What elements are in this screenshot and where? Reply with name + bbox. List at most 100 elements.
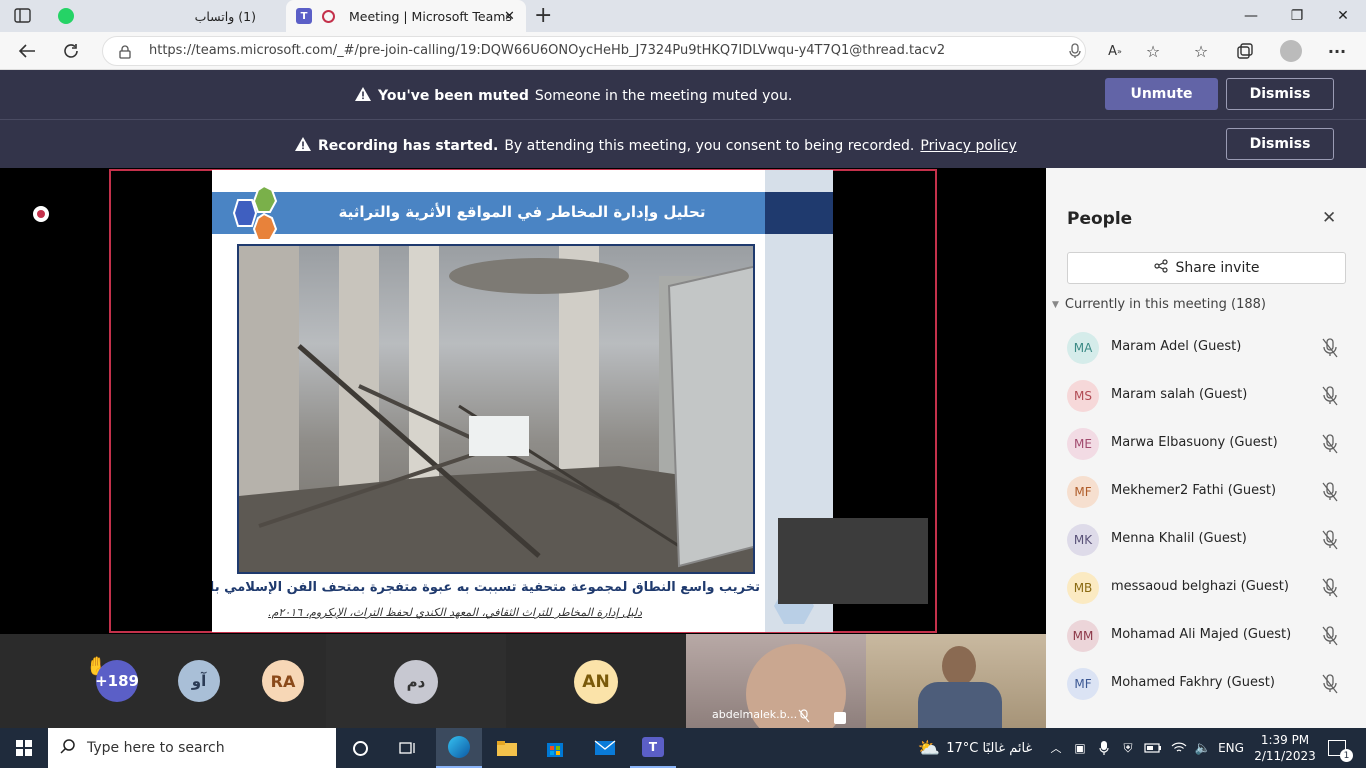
taskbar-search[interactable]: Type here to search	[48, 728, 336, 768]
participant-tile[interactable]: AN	[506, 634, 686, 728]
share-icon	[1153, 259, 1168, 277]
notification-center-icon[interactable]: 1	[1322, 728, 1353, 768]
close-window-button[interactable]: ✕	[1320, 0, 1366, 32]
meet-now-icon[interactable]: ▣	[1070, 728, 1090, 768]
participant-avatar: MF	[1067, 476, 1099, 508]
muted-mic-icon[interactable]	[1320, 480, 1340, 504]
avatar: آو	[178, 660, 220, 702]
minimize-button[interactable]: —	[1228, 0, 1274, 32]
collections-icon[interactable]	[1232, 38, 1258, 64]
favorites-icon[interactable]: ☆	[1188, 38, 1214, 64]
microsoft-store-icon[interactable]	[532, 728, 578, 768]
search-placeholder: Type here to search	[87, 740, 225, 756]
close-tab-icon[interactable]: ✕	[504, 9, 515, 24]
browser-menu-icon[interactable]: ···	[1324, 38, 1350, 64]
participant-tile[interactable]: دم	[326, 634, 506, 728]
recording-dot-icon	[322, 9, 335, 23]
address-bar[interactable]: https://teams.microsoft.com/_#/pre-join-…	[102, 36, 1086, 66]
edge-taskbar-icon[interactable]	[436, 728, 482, 768]
start-button[interactable]	[0, 728, 48, 768]
close-panel-icon[interactable]: ✕	[1322, 208, 1336, 228]
chevron-down-icon: ▼	[1052, 299, 1059, 310]
participant-name: Mohamed Fakhry (Guest)	[1111, 675, 1275, 690]
language-indicator[interactable]: ENG	[1216, 728, 1246, 768]
participant-avatar: MA	[1067, 332, 1099, 364]
slide-title: تحليل وإدارة المخاطر في المواقع الأثرية …	[338, 203, 706, 221]
muted-mic-icon[interactable]	[1320, 384, 1340, 408]
slide-caption: تخريب واسع النطاق لمجموعة متحفية تسببت ب…	[212, 580, 760, 595]
browser-tab-strip: (1) واتساب T Meeting | Microsoft Teams ✕…	[0, 0, 1366, 32]
participant-row[interactable]: MF Mohamed Fakhry (Guest)	[1046, 660, 1366, 708]
recording-banner: Recording has started. By attending this…	[0, 119, 1366, 168]
security-icon[interactable]: ⛨	[1118, 728, 1138, 768]
participant-row[interactable]: MS Maram salah (Guest)	[1046, 372, 1366, 420]
read-aloud-icon[interactable]: A»	[1102, 38, 1128, 64]
muted-title: You've been muted	[378, 88, 529, 104]
people-panel: People ✕ Share invite ▼ Currently in thi…	[1046, 168, 1366, 728]
tab-actions-icon[interactable]	[14, 8, 32, 24]
participant-tile[interactable]: آو RA	[166, 634, 326, 728]
tab-whatsapp[interactable]: (1) واتساب	[48, 0, 286, 32]
mail-icon[interactable]	[582, 728, 628, 768]
file-explorer-icon[interactable]	[484, 728, 530, 768]
battery-icon[interactable]	[1142, 728, 1164, 768]
tab-teams-meeting[interactable]: T Meeting | Microsoft Teams ✕	[286, 0, 526, 32]
unmute-button[interactable]: Unmute	[1105, 78, 1218, 110]
warning-icon	[294, 136, 312, 156]
muted-mic-icon[interactable]	[1320, 576, 1340, 600]
recording-indicator-icon	[33, 206, 49, 222]
participant-row[interactable]: MM Mohamad Ali Majed (Guest)	[1046, 612, 1366, 660]
participant-name: Menna Khalil (Guest)	[1111, 531, 1247, 546]
add-favorite-icon[interactable]: ☆	[1140, 38, 1166, 64]
avatar: دم	[394, 660, 438, 704]
muted-mic-icon[interactable]	[1320, 432, 1340, 456]
participant-row[interactable]: MF Mekhemer2 Fathi (Guest)	[1046, 468, 1366, 516]
tab-title: Meeting | Microsoft Teams	[349, 8, 512, 24]
slide-title-bar-dark	[765, 192, 833, 234]
presenter-body	[918, 682, 1002, 728]
recording-text: By attending this meeting, you consent t…	[504, 138, 915, 154]
microphone-tray-icon[interactable]	[1094, 728, 1114, 768]
participant-row[interactable]: MK Menna Khalil (Guest)	[1046, 516, 1366, 564]
share-invite-label: Share invite	[1175, 260, 1260, 276]
participant-name: messaoud belghazi (Guest)	[1111, 579, 1289, 594]
back-icon[interactable]	[14, 38, 40, 64]
muted-mic-icon[interactable]	[1320, 624, 1340, 648]
volume-icon[interactable]: 🔈	[1192, 728, 1214, 768]
muted-mic-icon[interactable]	[1320, 672, 1340, 696]
participant-row[interactable]: MB messaoud belghazi (Guest)	[1046, 564, 1366, 612]
clock-date: 2/11/2023	[1254, 749, 1316, 763]
new-tab-button[interactable]: +	[534, 3, 552, 28]
task-view-icon[interactable]	[390, 728, 426, 768]
restore-button[interactable]: ❐	[1274, 0, 1320, 32]
section-label: Currently in this meeting (188)	[1064, 297, 1266, 312]
weather-widget[interactable]: ⛅ 17°C غائم غالبًا	[910, 728, 1040, 768]
muted-mic-icon[interactable]	[1320, 528, 1340, 552]
clock[interactable]: 1:39 PM 2/11/2023	[1250, 728, 1320, 768]
dismiss-muted-button[interactable]: Dismiss	[1226, 78, 1334, 110]
meeting-section-header[interactable]: ▼ Currently in this meeting (188)	[1052, 297, 1266, 312]
refresh-icon[interactable]	[58, 38, 84, 64]
avatar: RA	[262, 660, 304, 702]
presenter-video-tile[interactable]	[866, 634, 1046, 728]
hexagon-logo-icon	[220, 184, 284, 242]
participant-name: Marwa Elbasuony (Guest)	[1111, 435, 1278, 450]
muted-text: Someone in the meeting muted you.	[534, 88, 793, 104]
participant-row[interactable]: ME Marwa Elbasuony (Guest)	[1046, 420, 1366, 468]
teams-taskbar-icon[interactable]: T	[630, 728, 676, 768]
microphone-icon[interactable]	[1069, 43, 1081, 63]
participant-row[interactable]: MA Maram Adel (Guest)	[1046, 324, 1366, 372]
participant-tile-overflow[interactable]: ✋ +189	[0, 634, 166, 728]
pin-icon[interactable]	[834, 712, 846, 724]
presenter-overlay-box	[778, 518, 928, 604]
cortana-icon[interactable]	[342, 728, 378, 768]
privacy-policy-link[interactable]: Privacy policy	[920, 138, 1016, 154]
show-hidden-icons[interactable]: ︿	[1046, 728, 1066, 768]
muted-mic-icon	[798, 708, 810, 727]
wifi-icon[interactable]	[1168, 728, 1190, 768]
participant-video-tile[interactable]: abdelmalek.b...	[686, 634, 866, 728]
profile-avatar-icon[interactable]	[1278, 38, 1304, 64]
muted-mic-icon[interactable]	[1320, 336, 1340, 360]
dismiss-recording-button[interactable]: Dismiss	[1226, 128, 1334, 160]
share-invite-button[interactable]: Share invite	[1067, 252, 1346, 284]
